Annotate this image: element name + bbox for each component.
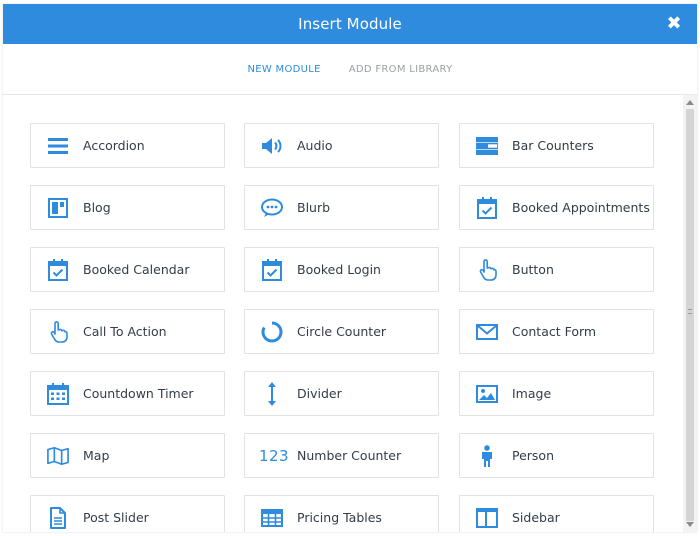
module-booked-login[interactable]: Booked Login: [244, 247, 439, 292]
module-label: Post Slider: [83, 510, 149, 525]
tab-new-module[interactable]: NEW MODULE: [233, 64, 334, 75]
module-label: Circle Counter: [297, 324, 387, 339]
map-icon: [47, 445, 69, 467]
module-label: Blurb: [297, 200, 331, 215]
module-label: Accordion: [83, 138, 145, 153]
module-label: Image: [512, 386, 552, 401]
module-pricing-tables[interactable]: Pricing Tables: [244, 495, 439, 532]
module-call-to-action[interactable]: Call To Action: [30, 309, 225, 354]
module-bar-counters[interactable]: Bar Counters: [459, 123, 654, 168]
module-circle-counter[interactable]: Circle Counter: [244, 309, 439, 354]
audio-icon: [261, 135, 283, 157]
module-label: Blog: [83, 200, 111, 215]
module-label: Bar Counters: [512, 138, 594, 153]
module-label: Booked Appointments: [512, 200, 650, 215]
module-accordion[interactable]: Accordion: [30, 123, 225, 168]
module-image[interactable]: Image: [459, 371, 654, 416]
close-icon[interactable]: ✖: [665, 15, 683, 33]
person-icon: [476, 444, 498, 467]
divider-icon: [261, 381, 283, 406]
dialog-title: Insert Module: [298, 15, 402, 33]
module-label: Pricing Tables: [297, 510, 382, 525]
module-booked-calendar[interactable]: Booked Calendar: [30, 247, 225, 292]
bar-counters-icon: [476, 135, 498, 157]
dialog-header: Insert Module ✖: [3, 4, 697, 44]
module-number-counter[interactable]: 123 Number Counter: [244, 433, 439, 478]
module-person[interactable]: Person: [459, 433, 654, 478]
scrollbar[interactable]: [683, 95, 697, 532]
envelope-icon: [476, 321, 498, 343]
blog-icon: [47, 197, 69, 219]
number-counter-icon: 123: [258, 445, 290, 467]
pointer-icon: [47, 320, 69, 343]
module-label: Audio: [297, 138, 333, 153]
module-label: Booked Login: [297, 262, 381, 277]
document-icon: [47, 506, 69, 529]
module-contact-form[interactable]: Contact Form: [459, 309, 654, 354]
module-post-slider[interactable]: Post Slider: [30, 495, 225, 532]
calendar-grid-icon: [47, 382, 69, 405]
circle-counter-icon: [261, 321, 283, 343]
module-label: Map: [83, 448, 110, 463]
calendar-check-icon: [47, 258, 69, 281]
module-booked-appointments[interactable]: Booked Appointments: [459, 185, 654, 230]
module-label: Person: [512, 448, 555, 463]
module-map[interactable]: Map: [30, 433, 225, 478]
sidebar-icon: [476, 507, 498, 529]
module-label: Sidebar: [512, 510, 560, 525]
module-blog[interactable]: Blog: [30, 185, 225, 230]
number-counter-icon-text: 123: [258, 446, 290, 465]
module-audio[interactable]: Audio: [244, 123, 439, 168]
scroll-up-arrow[interactable]: [686, 100, 694, 105]
table-icon: [261, 507, 283, 529]
module-divider[interactable]: Divider: [244, 371, 439, 416]
module-label: Countdown Timer: [83, 386, 194, 401]
module-label: Button: [512, 262, 554, 277]
module-countdown-timer[interactable]: Countdown Timer: [30, 371, 225, 416]
module-button[interactable]: Button: [459, 247, 654, 292]
calendar-check-icon: [261, 258, 283, 281]
pointer-icon: [476, 258, 498, 281]
module-sidebar[interactable]: Sidebar: [459, 495, 654, 532]
tab-add-from-library[interactable]: ADD FROM LIBRARY: [335, 64, 467, 75]
module-list-area: Accordion Audio Bar Counters Blog Blurb Booke…: [3, 95, 683, 532]
scroll-thumb[interactable]: [686, 109, 694, 521]
module-label: Divider: [297, 386, 342, 401]
insert-module-dialog: Insert Module ✖ NEW MODULE ADD FROM LIBR…: [3, 4, 697, 532]
image-icon: [476, 383, 498, 405]
tab-bar: NEW MODULE ADD FROM LIBRARY: [3, 44, 697, 95]
scroll-down-arrow[interactable]: [686, 522, 694, 527]
calendar-check-icon: [476, 196, 498, 219]
blurb-icon: [261, 197, 283, 219]
module-label: Contact Form: [512, 324, 597, 339]
scroll-grip: [688, 309, 692, 314]
module-label: Number Counter: [297, 448, 402, 463]
accordion-icon: [47, 135, 69, 157]
module-blurb[interactable]: Blurb: [244, 185, 439, 230]
module-label: Call To Action: [83, 324, 167, 339]
module-label: Booked Calendar: [83, 262, 190, 277]
